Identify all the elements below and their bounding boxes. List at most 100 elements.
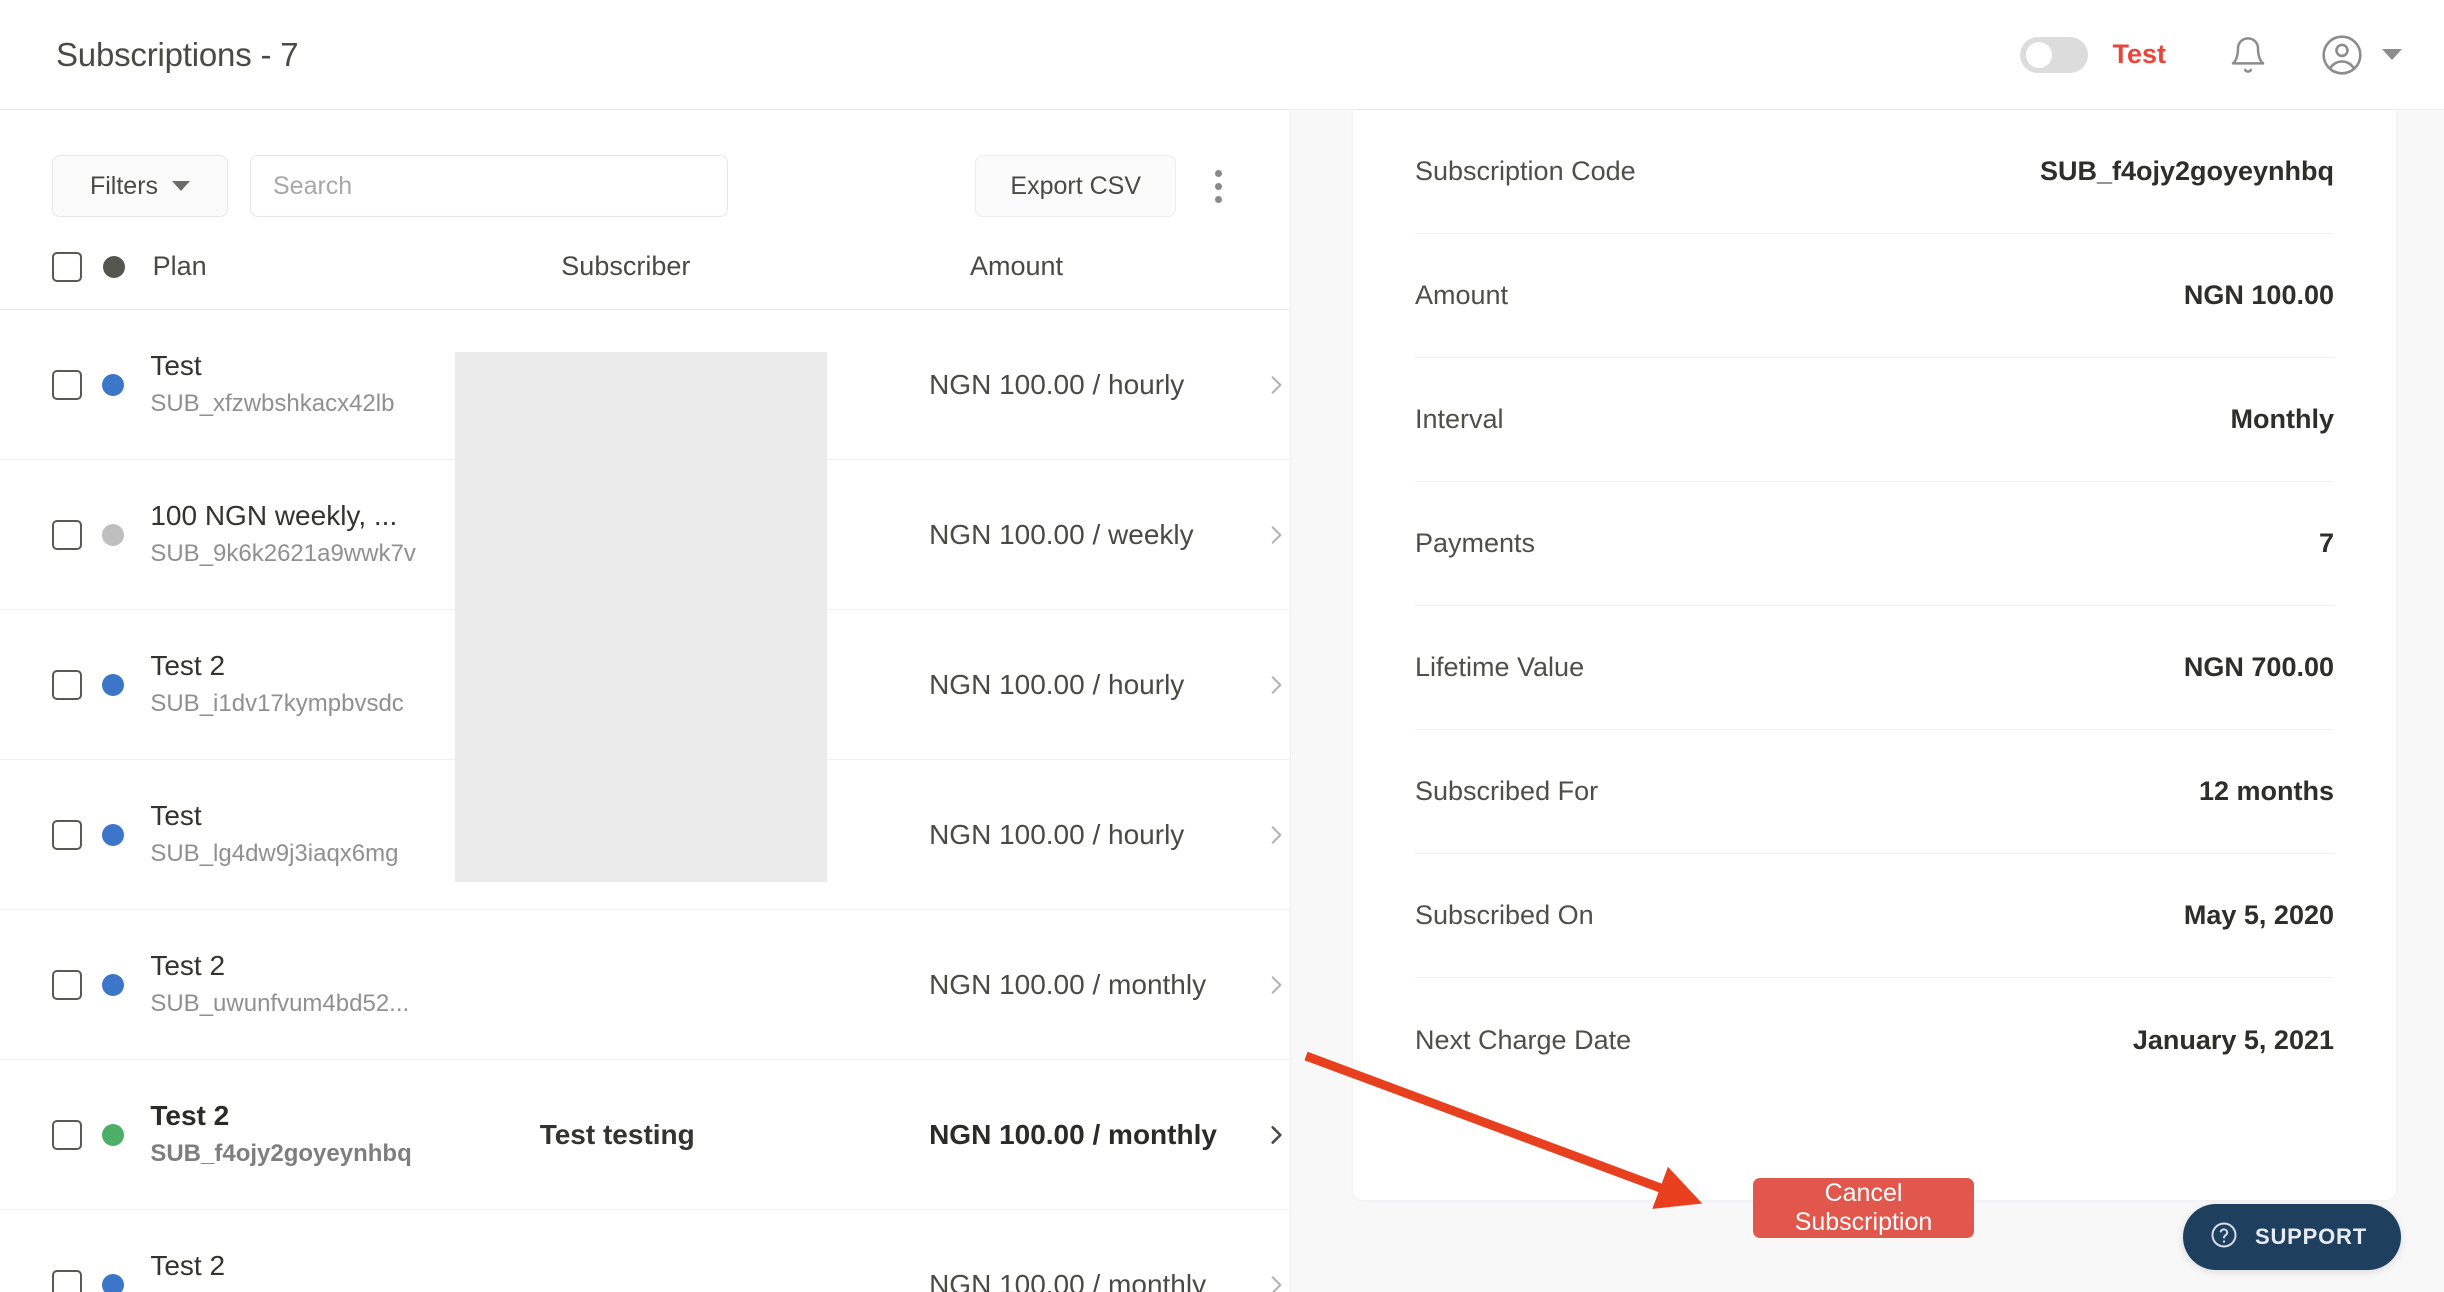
subscription-code: SUB_9at1sk2z98lvusl: [150, 1288, 539, 1292]
plan-name: 100 NGN weekly, ...: [150, 500, 398, 532]
detail-row: Next Charge Date January 5, 2021: [1415, 978, 2334, 1102]
table-row[interactable]: Test SUB_xfzwbshkacx42lb NGN 100.00 / hour…: [0, 310, 1290, 460]
account-menu[interactable]: [2314, 27, 2402, 83]
detail-value: SUB_f4ojy2goyeynhbq: [2039, 156, 2334, 186]
subscriptions-table: Plan Subscriber Amount Test SUB_xfzwbshka…: [0, 224, 1290, 1292]
subscription-code: SUB_xfzwbshkacx42lb: [150, 390, 395, 418]
subscriptions-list-pane: Filters Export CSV Plan Subscriber Amoun…: [0, 110, 1291, 1292]
status-dot: [102, 523, 125, 546]
detail-rows: Subscription Code SUB_f4ojy2goyeynhbq Amou…: [1415, 110, 2334, 1102]
plan-name: Test: [150, 350, 202, 382]
plan-cell: Test SUB_lg4dw9j3iaqx6mg: [150, 798, 539, 870]
subscription-detail-pane: Subscription Code SUB_f4ojy2goyeynhbq Amou…: [1292, 110, 2444, 1292]
plan-name: Test: [150, 800, 202, 832]
plan-cell: 100 NGN weekly, ... SUB_9k6k2621a9wwk7v: [150, 498, 539, 570]
amount-cell: NGN 100.00 / monthly: [929, 968, 1207, 1000]
toggle-knob: [2026, 41, 2053, 68]
status-dot: [102, 823, 125, 846]
detail-label: Subscribed For: [1415, 776, 1599, 806]
plan-name: Test 2: [150, 1100, 230, 1132]
detail-row: Amount NGN 100.00: [1415, 234, 2334, 358]
amount-cell: NGN 100.00 / hourly: [929, 368, 1185, 400]
column-header-amount: Amount: [969, 251, 1063, 281]
detail-row: Lifetime Value NGN 700.00: [1415, 606, 2334, 730]
chevron-right-icon[interactable]: [1261, 670, 1290, 700]
bell-icon[interactable]: [2220, 27, 2276, 83]
live-test-toggle[interactable]: [2020, 36, 2089, 73]
export-csv-button[interactable]: Export CSV: [975, 155, 1176, 217]
detail-label: Subscription Code: [1415, 156, 1636, 186]
status-dot: [102, 1273, 125, 1292]
table-header-row: Plan Subscriber Amount: [0, 224, 1290, 310]
detail-label: Next Charge Date: [1415, 1024, 1632, 1055]
row-checkbox[interactable]: [52, 369, 82, 400]
subscription-code: SUB_lg4dw9j3iaqx6mg: [150, 840, 399, 868]
amount-cell: NGN 100.00 / hourly: [929, 818, 1185, 850]
table-row[interactable]: Test 2 SUB_f4ojy2goyeynhbq Test testing NGN…: [0, 1060, 1290, 1210]
plan-cell: Test 2 SUB_9at1sk2z98lvusl: [150, 1248, 539, 1292]
detail-card: Subscription Code SUB_f4ojy2goyeynhbq Amou…: [1353, 110, 2396, 1200]
detail-label: Amount: [1415, 280, 1509, 310]
detail-value: 12 months: [2198, 776, 2334, 806]
chevron-right-icon[interactable]: [1261, 520, 1290, 550]
detail-label: Subscribed On: [1415, 900, 1594, 930]
mode-label: Test: [2112, 39, 2166, 69]
select-all-checkbox[interactable]: [52, 251, 82, 282]
chevron-right-icon[interactable]: [1261, 1270, 1290, 1292]
table-row[interactable]: Test 2 SUB_9at1sk2z98lvusl NGN 100.00 / mo…: [0, 1210, 1290, 1292]
toolbar-right-actions: Export CSV: [975, 155, 1290, 217]
detail-value: January 5, 2021: [2132, 1024, 2334, 1055]
row-checkbox[interactable]: [52, 1119, 82, 1150]
list-toolbar: Filters Export CSV: [0, 110, 1290, 224]
question-circle-icon: [2209, 1220, 2239, 1255]
row-checkbox[interactable]: [52, 519, 82, 550]
table-row[interactable]: 100 NGN weekly, ... SUB_9k6k2621a9wwk7v NG…: [0, 460, 1290, 610]
amount-cell: NGN 100.00 / monthly: [929, 1118, 1217, 1150]
row-checkbox[interactable]: [52, 669, 82, 700]
subscription-code: SUB_i1dv17kympbvsdc: [150, 690, 404, 718]
subscriber-cell: Test testing: [539, 1118, 695, 1150]
status-dot: [102, 373, 125, 396]
status-dot: [102, 973, 125, 996]
detail-label: Lifetime Value: [1415, 652, 1585, 682]
user-avatar-icon: [2314, 27, 2370, 83]
plan-cell: Test 2 SUB_uwunfvum4bd52...: [150, 948, 539, 1020]
chevron-right-icon[interactable]: [1261, 370, 1290, 400]
table-row[interactable]: Test 2 SUB_uwunfvum4bd52... NGN 100.00 / m…: [0, 910, 1290, 1060]
table-row[interactable]: Test 2 SUB_i1dv17kympbvsdc NGN 100.00 / ho…: [0, 610, 1290, 760]
more-vertical-icon[interactable]: [1194, 160, 1242, 212]
filters-button[interactable]: Filters: [52, 155, 228, 217]
chevron-right-icon[interactable]: [1261, 820, 1290, 850]
table-row[interactable]: Test SUB_lg4dw9j3iaqx6mg NGN 100.00 / hour…: [0, 760, 1290, 910]
subscriptions-page: Subscriptions - 7 Test Filters Search Ex…: [0, 0, 2444, 1292]
cancel-subscription-button[interactable]: Cancel Subscription: [1753, 1178, 1974, 1238]
detail-row: Subscribed On May 5, 2020: [1415, 854, 2334, 978]
subscription-code: SUB_uwunfvum4bd52...: [150, 990, 410, 1018]
row-checkbox[interactable]: [52, 1269, 82, 1292]
status-dot: [102, 1123, 125, 1146]
detail-label: Payments: [1415, 528, 1536, 558]
table-body: Test SUB_xfzwbshkacx42lb NGN 100.00 / hour…: [0, 310, 1290, 1292]
filters-label: Filters: [89, 171, 159, 200]
detail-value: NGN 700.00: [2183, 652, 2334, 682]
support-label: SUPPORT: [2255, 1224, 2367, 1249]
app-header: Subscriptions - 7 Test: [0, 0, 2444, 110]
detail-value: NGN 100.00: [2183, 280, 2334, 310]
header-actions: Test: [2020, 27, 2402, 83]
status-dot: [102, 673, 125, 696]
subscription-code: SUB_9k6k2621a9wwk7v: [150, 540, 416, 568]
row-checkbox[interactable]: [52, 969, 82, 1000]
page-title: Subscriptions - 7: [56, 35, 299, 73]
chevron-right-icon[interactable]: [1261, 1120, 1290, 1150]
chevron-down-icon: [172, 181, 191, 191]
detail-value: 7: [2318, 528, 2334, 558]
search-input[interactable]: [250, 155, 728, 217]
plan-name: Test 2: [150, 1250, 226, 1282]
chevron-right-icon[interactable]: [1261, 970, 1290, 1000]
plan-cell: Test 2 SUB_f4ojy2goyeynhbq: [150, 1098, 539, 1170]
column-header-plan: Plan: [152, 251, 207, 281]
detail-row: Subscribed For 12 months: [1415, 730, 2334, 854]
support-button[interactable]: SUPPORT: [2183, 1204, 2401, 1270]
plan-cell: Test SUB_xfzwbshkacx42lb: [150, 348, 539, 420]
row-checkbox[interactable]: [52, 819, 82, 850]
